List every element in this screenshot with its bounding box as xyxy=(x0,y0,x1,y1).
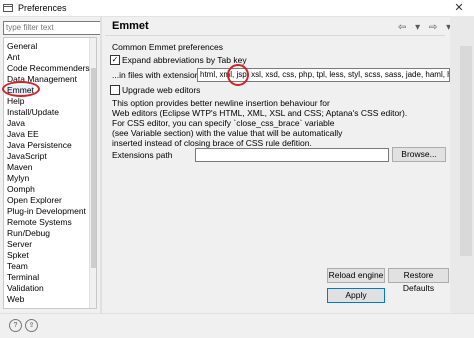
tree-item-server[interactable]: Server xyxy=(7,239,32,249)
back-history-dropdown-icon[interactable]: ▾ xyxy=(415,22,420,33)
info-line: inserted instead of closing brace of CSS… xyxy=(112,138,312,148)
tree-item-web[interactable]: Web xyxy=(7,294,24,304)
close-window-button[interactable]: ✕ xyxy=(444,0,474,16)
import-export-icon[interactable]: ⇪ xyxy=(25,319,38,332)
extensions-path-input[interactable] xyxy=(195,148,389,162)
tree-item-open-explorer[interactable]: Open Explorer xyxy=(7,195,62,205)
preferences-app-icon xyxy=(3,4,13,12)
tree-item-maven[interactable]: Maven xyxy=(7,162,33,172)
tree-item-run-debug[interactable]: Run/Debug xyxy=(7,228,50,238)
browse-button[interactable]: Browse... xyxy=(392,147,446,162)
expand-abbreviations-checkbox[interactable]: ✓ xyxy=(110,55,120,65)
vertical-scrollbar[interactable] xyxy=(460,46,472,256)
upgrade-web-editors-checkbox[interactable] xyxy=(110,85,120,95)
back-arrow-icon[interactable]: ⇦ xyxy=(398,22,406,33)
page-title: Emmet xyxy=(112,20,149,32)
preference-tree: General Ant Code Recommenders Data Manageme… xyxy=(3,37,97,309)
highlight-circle-jsp xyxy=(227,64,249,86)
tree-item-validation[interactable]: Validation xyxy=(7,283,44,293)
tree-item-general[interactable]: General xyxy=(7,41,37,51)
tree-item-mylyn[interactable]: Mylyn xyxy=(7,173,29,183)
tree-scrollbar-thumb[interactable] xyxy=(91,68,96,268)
tree-item-ant[interactable]: Ant xyxy=(7,52,20,62)
tree-item-plug-in-development[interactable]: Plug-in Development xyxy=(7,206,86,216)
window-title: Preferences xyxy=(18,3,67,13)
info-line: Web editors (Eclipse WTP's HTML, XML, XS… xyxy=(112,108,408,118)
tree-item-java-ee[interactable]: Java EE xyxy=(7,129,39,139)
tree-item-remote-systems[interactable]: Remote Systems xyxy=(7,217,72,227)
expand-abbreviations-label: Expand abbreviations by Tab key xyxy=(122,55,247,65)
tree-item-team[interactable]: Team xyxy=(7,261,28,271)
forward-arrow-icon[interactable]: ⇨ xyxy=(429,22,437,33)
title-separator xyxy=(105,35,445,36)
section-title: Common Emmet preferences xyxy=(112,42,224,52)
page-navigation: ⇦ ▾ ⇨ ▾ xyxy=(398,22,457,33)
tree-item-code-recommenders[interactable]: Code Recommenders xyxy=(7,63,90,73)
info-line: This option provides better newline inse… xyxy=(112,98,330,108)
filter-input[interactable] xyxy=(3,21,101,35)
upgrade-web-editors-label: Upgrade web editors xyxy=(122,85,201,95)
tree-item-java-persistence[interactable]: Java Persistence xyxy=(7,140,72,150)
bottom-bar: ? ⇪ xyxy=(0,313,474,338)
info-line: (see Variable section) with the value th… xyxy=(112,128,343,138)
tree-item-install-update[interactable]: Install/Update xyxy=(7,107,59,117)
right-scroll-area xyxy=(450,16,474,337)
apply-button[interactable]: Apply xyxy=(327,288,385,303)
restore-defaults-button[interactable]: Restore Defaults xyxy=(388,268,449,293)
pane-splitter[interactable] xyxy=(100,16,102,316)
tree-item-javascript[interactable]: JavaScript xyxy=(7,151,47,161)
tree-item-help[interactable]: Help xyxy=(7,96,24,106)
tree-item-oomph[interactable]: Oomph xyxy=(7,184,35,194)
help-icon[interactable]: ? xyxy=(9,319,22,332)
tree-scrollbar[interactable] xyxy=(89,38,96,308)
highlight-circle-emmet xyxy=(2,81,40,97)
tree-item-terminal[interactable]: Terminal xyxy=(7,272,39,282)
file-extensions-label: ...in files with extensions xyxy=(112,70,204,80)
reload-engine-button[interactable]: Reload engine xyxy=(327,268,385,283)
tree-item-java[interactable]: Java xyxy=(7,118,25,128)
info-line: For CSS editor, you can specify `close_c… xyxy=(112,118,335,128)
extensions-path-label: Extensions path xyxy=(112,150,173,160)
title-bar: Preferences ✕ xyxy=(0,0,474,17)
tree-item-spket[interactable]: Spket xyxy=(7,250,29,260)
